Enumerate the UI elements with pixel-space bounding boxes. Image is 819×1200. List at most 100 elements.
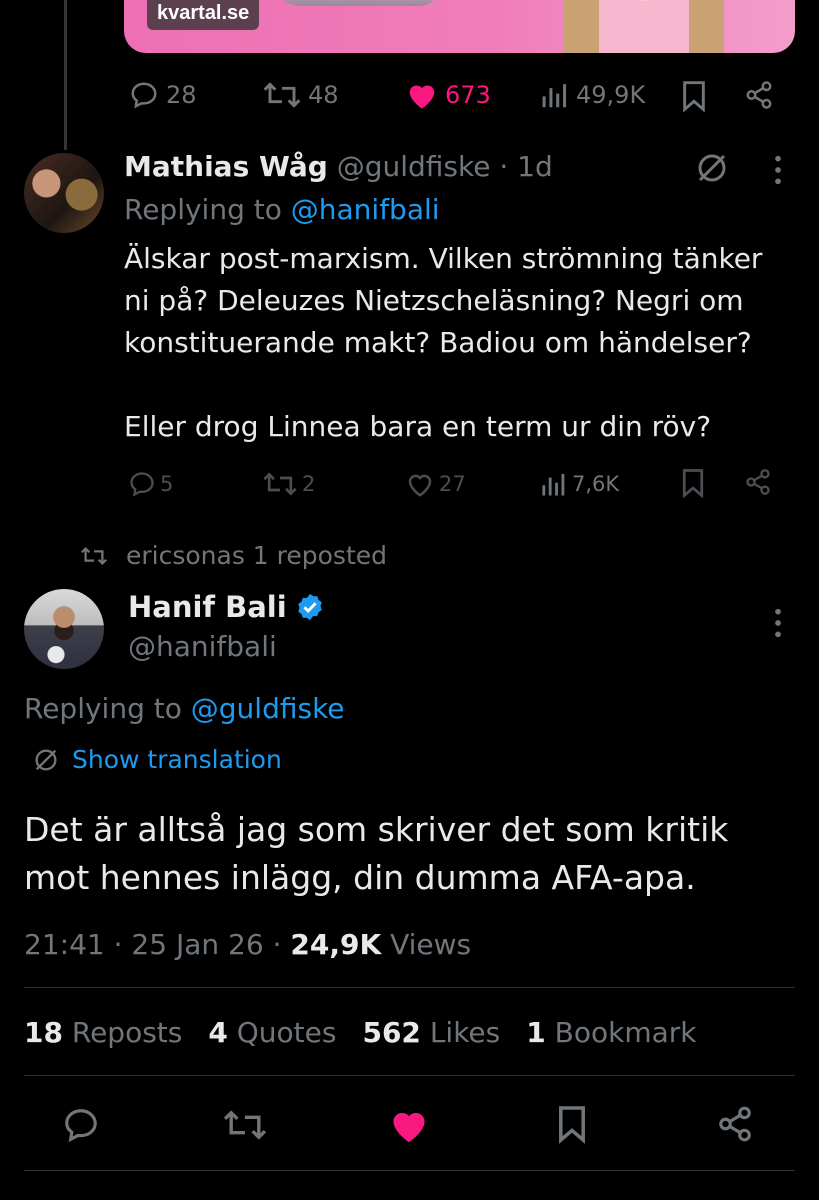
replying-to: Replying to @hanifbali — [124, 193, 440, 226]
repost-context[interactable]: ericsonas 1 reposted — [80, 541, 387, 570]
bookmark-icon — [680, 80, 708, 112]
body-line: Älskar post-marxism. Vilken strömning tä… — [124, 242, 763, 275]
analytics-icon — [540, 80, 570, 110]
card-image-dish — [274, 0, 444, 6]
stat-count: 562 — [362, 1016, 421, 1049]
share-icon — [744, 80, 774, 110]
engagement-stats: 18 Reposts 4 Quotes 562 Likes 1 Bookmark — [24, 1016, 697, 1049]
avatar-hanif[interactable] — [24, 589, 104, 669]
views-label: Views — [390, 928, 472, 961]
share-icon — [744, 468, 772, 496]
heart-outline-icon — [405, 470, 435, 498]
stat-quotes[interactable]: 4 Quotes — [208, 1016, 336, 1049]
main-tweet-body: Det är alltså jag som skriver det som kr… — [24, 806, 728, 902]
views-button[interactable]: 7,6K — [540, 470, 619, 498]
analytics-icon — [540, 470, 568, 498]
reply-button[interactable] — [62, 1106, 100, 1144]
bookmark-button[interactable] — [680, 80, 708, 112]
bookmark-icon — [556, 1104, 588, 1144]
repost-icon — [222, 1108, 268, 1142]
avatar-mathias[interactable] — [24, 153, 104, 233]
stat-label: Quotes — [236, 1016, 337, 1049]
views-button[interactable]: 49,9K — [540, 80, 645, 110]
stat-likes[interactable]: 562 Likes — [362, 1016, 500, 1049]
like-button[interactable]: 673 — [405, 80, 491, 110]
stat-bookmarks[interactable]: 1 Bookmark — [526, 1016, 696, 1049]
like-button[interactable]: 27 — [405, 470, 466, 498]
bookmark-button[interactable] — [680, 468, 706, 498]
like-count: 27 — [439, 472, 466, 496]
repost-small-icon — [80, 545, 108, 567]
display-name[interactable]: Hanif Bali — [128, 590, 287, 624]
repost-context-text: ericsonas 1 reposted — [126, 541, 388, 570]
grok-button[interactable] — [694, 150, 730, 186]
share-icon — [716, 1104, 754, 1144]
replying-handle-link[interactable]: @guldfiske — [191, 692, 345, 725]
body-line: konstituerande makt? Badiou om händelser… — [124, 326, 752, 359]
handle[interactable]: @guldfiske — [337, 150, 491, 183]
repost-button[interactable]: 2 — [262, 470, 315, 498]
reply-tweet-header: Mathias Wåg @guldfiske · 1d — [124, 150, 553, 183]
stat-label: Bookmark — [554, 1016, 697, 1049]
verified-badge-icon — [295, 592, 325, 622]
bookmark-button[interactable] — [556, 1104, 588, 1144]
stat-label: Likes — [429, 1016, 501, 1049]
divider — [24, 1170, 795, 1171]
stat-count: 4 — [208, 1016, 228, 1049]
reply-count: 5 — [160, 472, 174, 496]
reply-icon — [128, 80, 160, 110]
divider — [24, 987, 795, 988]
replying-prefix: Replying to — [124, 193, 282, 226]
like-count: 673 — [445, 81, 491, 109]
repost-icon — [262, 470, 298, 498]
replying-to: Replying to @guldfiske — [24, 692, 345, 725]
reply-button[interactable]: 28 — [128, 80, 197, 110]
repost-icon — [262, 80, 302, 110]
share-button[interactable] — [716, 1104, 754, 1144]
more-vertical-icon — [770, 153, 786, 187]
meta-separator: · — [113, 928, 123, 961]
more-options-button[interactable] — [770, 606, 786, 640]
replying-prefix: Replying to — [24, 692, 182, 725]
views-count: 24,9K — [290, 928, 382, 961]
stat-count: 1 — [526, 1016, 546, 1049]
timestamp[interactable]: · 1d — [499, 150, 552, 183]
heart-filled-icon — [405, 80, 439, 110]
show-translation-label: Show translation — [72, 745, 282, 774]
share-button[interactable] — [744, 468, 772, 496]
more-vertical-icon — [770, 606, 786, 640]
tweet-date[interactable]: 25 Jan 26 — [131, 928, 263, 961]
repost-count: 2 — [302, 472, 316, 496]
repost-count: 48 — [308, 81, 339, 109]
body-line: Eller drog Linnea bara en term ur din rö… — [124, 410, 712, 443]
translate-icon — [32, 746, 60, 774]
views-count: 49,9K — [576, 81, 646, 109]
bookmark-icon — [680, 468, 706, 498]
stat-reposts[interactable]: 18 Reposts — [24, 1016, 182, 1049]
body-line — [124, 364, 762, 406]
like-button[interactable] — [388, 1106, 430, 1144]
divider — [24, 1075, 795, 1076]
body-line: ni på? Deleuzes Nietzscheläsning? Negri … — [124, 284, 744, 317]
reply-count: 28 — [166, 81, 197, 109]
repost-button[interactable]: 48 — [262, 80, 339, 110]
card-image-person — [564, 0, 724, 53]
stat-label: Reposts — [71, 1016, 183, 1049]
tweet-time[interactable]: 21:41 — [24, 928, 105, 961]
stat-count: 18 — [24, 1016, 63, 1049]
show-translation-button[interactable]: Show translation — [32, 745, 282, 774]
card-source-tag: kvartal.se — [147, 0, 260, 30]
handle[interactable]: @hanifbali — [128, 630, 277, 663]
more-options-button[interactable] — [770, 153, 786, 187]
replying-handle-link[interactable]: @hanifbali — [291, 193, 440, 226]
display-name[interactable]: Mathias Wåg — [124, 150, 328, 183]
tweet-meta: 21:41 · 25 Jan 26 · 24,9K Views — [24, 928, 471, 961]
reply-button[interactable]: 5 — [128, 470, 173, 498]
body-line: Det är alltså jag som skriver det som kr… — [24, 810, 729, 849]
repost-button[interactable] — [222, 1108, 268, 1142]
grok-icon — [694, 150, 730, 186]
views-count: 7,6K — [572, 472, 620, 496]
share-button[interactable] — [744, 80, 774, 110]
main-tweet-author[interactable]: Hanif Bali — [128, 590, 325, 624]
body-line: mot hennes inlägg, din dumma AFA-apa. — [24, 858, 696, 897]
